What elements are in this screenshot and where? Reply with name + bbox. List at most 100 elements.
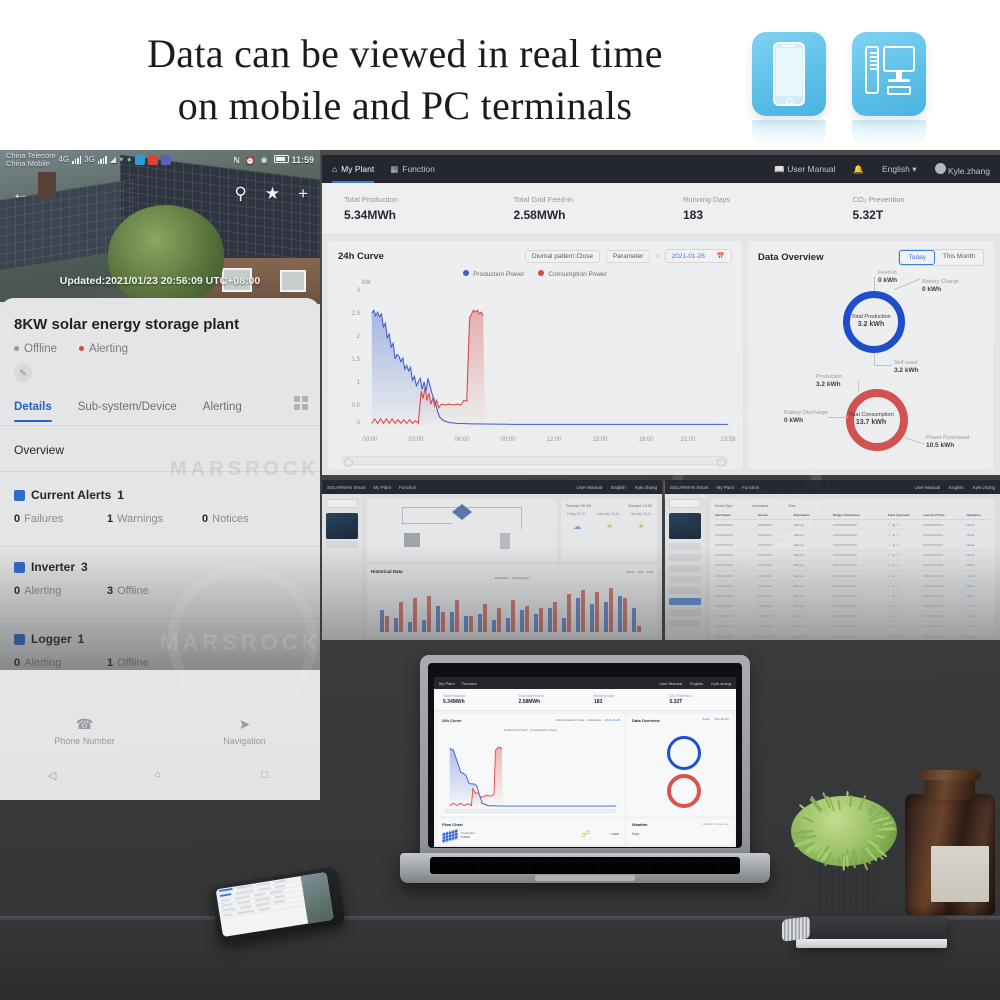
table-row[interactable]: Warning ☐◉⚲ Check bbox=[715, 540, 990, 550]
tab-alerting[interactable]: Alerting bbox=[203, 401, 242, 413]
laptop-kpi-bar: Total Production 5.34MWh Total Grid Feed-… bbox=[434, 689, 736, 711]
hist-range-month[interactable]: Month bbox=[626, 570, 634, 574]
x-tick: 06:00 bbox=[454, 437, 469, 443]
table-row[interactable]: Warning ☐◉⚲ Check bbox=[715, 602, 990, 612]
prev-date-arrow[interactable]: ‹ bbox=[656, 253, 658, 260]
mini-language[interactable]: English bbox=[611, 485, 626, 490]
table-row[interactable]: Warning ☐◉⚲ Check bbox=[715, 561, 990, 571]
mini-tab-my-plant[interactable]: My Plant bbox=[374, 485, 392, 490]
filter-time[interactable]: Time bbox=[788, 504, 795, 508]
table-row[interactable]: Warning ☐◉⚲ Check bbox=[715, 551, 990, 561]
back-triangle-icon[interactable]: ◁ bbox=[48, 769, 59, 780]
nav-alert[interactable] bbox=[669, 598, 701, 605]
mini-user[interactable]: Kyle.zhang bbox=[635, 485, 657, 490]
mini-tab-function[interactable]: Function bbox=[399, 485, 416, 490]
tab-my-plant[interactable]: ⌂ My Plant bbox=[332, 155, 374, 183]
nav-order[interactable] bbox=[669, 620, 701, 627]
action-navigation[interactable]: ➤ Navigation bbox=[223, 716, 266, 746]
laptop-card-data-overview: Data Overview Today This Month bbox=[627, 714, 733, 816]
action-phone-number[interactable]: ☎ Phone Number bbox=[54, 716, 115, 746]
laptop-card-flow-chart: Flow Chart Production 5.0kW ☍ 1.5kW bbox=[437, 819, 624, 845]
nav-layout[interactable] bbox=[669, 565, 701, 572]
diurnal-pattern-button[interactable]: Diurnal pattern:Close bbox=[525, 250, 600, 263]
mini-tab-function[interactable]: Function bbox=[742, 485, 759, 490]
table-row[interactable]: Warning ☐◉⚲ Check bbox=[715, 520, 990, 530]
weather-forecast: Sunrise 06:48 Sunset 17:31 Friday 01-29 … bbox=[561, 499, 657, 561]
laptop-date[interactable]: 2021-01-28 bbox=[605, 718, 620, 722]
laptop-parameter-button[interactable]: Parameter bbox=[588, 718, 602, 722]
hist-range-total[interactable]: Total bbox=[647, 570, 653, 574]
chart-scrollbar[interactable] bbox=[342, 456, 728, 465]
pencil-icon[interactable]: ✎ bbox=[14, 364, 32, 382]
nav-authorization[interactable] bbox=[669, 587, 701, 594]
mini-tab-my-plant[interactable]: My Plant bbox=[717, 485, 735, 490]
laptop-language[interactable]: English bbox=[690, 681, 703, 686]
mini-language[interactable]: English bbox=[949, 485, 964, 490]
create-plant-button[interactable] bbox=[326, 499, 358, 508]
parameter-button[interactable]: Parameter bbox=[606, 250, 650, 263]
table-row[interactable]: Warning ☐◉⚲ Check bbox=[715, 581, 990, 591]
recents-square-icon[interactable]: □ bbox=[261, 769, 272, 780]
hist-range-year[interactable]: Year bbox=[638, 570, 644, 574]
tab-function[interactable]: ▦ Function bbox=[390, 155, 435, 183]
user-manual-button[interactable]: 📖 User Manual bbox=[774, 164, 835, 175]
mini-user-manual[interactable]: User Manual bbox=[576, 485, 602, 490]
laptop-user[interactable]: Kyle.zhang bbox=[711, 681, 731, 686]
x-tick: 12:00 bbox=[546, 437, 561, 443]
table-row[interactable]: Warning ☐◉⚲ Check bbox=[715, 571, 990, 581]
nav-subsystem[interactable] bbox=[669, 609, 701, 616]
filter-importance[interactable]: Importance bbox=[752, 504, 768, 508]
filter-device-type[interactable]: Device Type bbox=[715, 504, 732, 508]
mini-user[interactable]: Kyle.zhang bbox=[973, 485, 995, 490]
app-icon bbox=[161, 155, 171, 165]
inverter-icon bbox=[14, 562, 25, 573]
user-menu[interactable]: Kyle.zhang bbox=[935, 163, 990, 176]
operation-link: Check bbox=[966, 553, 990, 557]
solar-panel-icon bbox=[442, 829, 458, 843]
language-selector[interactable]: English ▾ bbox=[882, 164, 917, 175]
bell-icon[interactable]: 🔔 bbox=[853, 164, 864, 175]
range-this-month[interactable]: This Month bbox=[935, 250, 983, 265]
group-stats: 0 Alerting 3 Offline bbox=[14, 585, 149, 597]
page-title: Data can be viewed in real time on mobil… bbox=[60, 28, 750, 132]
table-row[interactable]: Warning ☐◉⚲ Check bbox=[715, 622, 990, 632]
wifi-icon: ◢ bbox=[110, 156, 116, 164]
grid-view-icon[interactable] bbox=[294, 396, 308, 410]
search-icon[interactable]: ⚲ bbox=[234, 185, 246, 202]
laptop-range-today[interactable]: Today bbox=[702, 717, 710, 721]
laptop-weather-updated[interactable]: updated 5 minutes ago bbox=[703, 823, 729, 826]
nav-overview[interactable] bbox=[669, 554, 701, 561]
glass-jar bbox=[905, 770, 995, 915]
historical-bars bbox=[371, 582, 653, 632]
laptop-user-manual[interactable]: User Manual bbox=[659, 681, 682, 686]
mobile-footer-actions: ☎ Phone Number ➤ Navigation bbox=[0, 716, 320, 746]
range-today[interactable]: Today bbox=[899, 250, 934, 265]
back-button[interactable]: ← bbox=[12, 185, 29, 202]
laptop-trackpad[interactable] bbox=[535, 875, 635, 881]
dashboard-body: 24h Curve Diurnal pattern:Close Paramete… bbox=[322, 235, 1000, 475]
date-picker[interactable]: 2021-01-28 📅 bbox=[665, 249, 732, 263]
mini-user-manual[interactable]: User Manual bbox=[914, 485, 940, 490]
laptop-chart-scrollbar[interactable] bbox=[445, 809, 616, 813]
nav-add-logger[interactable] bbox=[669, 543, 701, 550]
nav-device[interactable] bbox=[669, 576, 701, 583]
flow-production-label: Production 5.0kW bbox=[461, 831, 475, 839]
tab-details[interactable]: Details bbox=[14, 401, 52, 413]
star-icon[interactable]: ★ bbox=[265, 185, 280, 202]
table-row[interactable]: Warning ☐◉⚲ Check bbox=[715, 591, 990, 601]
laptop-diurnal-button[interactable]: Diurnal pattern:Close bbox=[556, 718, 584, 722]
kpi-running-days: Running Days 183 bbox=[661, 195, 831, 222]
tab-subsystem-device[interactable]: Sub-system/Device bbox=[78, 401, 177, 413]
brand-label: SOLARMAN Smart bbox=[670, 485, 709, 490]
laptop-tab-my-plant[interactable]: My Plant bbox=[439, 681, 455, 686]
plus-icon[interactable]: + bbox=[298, 185, 308, 202]
laptop-tab-function[interactable]: Function bbox=[462, 681, 477, 686]
group-stats: 0 Failures 1 Warnings 0 Notices bbox=[14, 513, 249, 525]
table-row[interactable]: Warning ☐◉⚲ Check bbox=[715, 632, 990, 640]
stat-alerting: 0 Alerting bbox=[14, 657, 107, 669]
create-plant-button[interactable] bbox=[669, 499, 701, 508]
laptop-range-month[interactable]: This Month bbox=[714, 717, 729, 721]
table-row[interactable]: Warning ☐◉⚲ Check bbox=[715, 530, 990, 540]
home-circle-icon[interactable]: ○ bbox=[154, 769, 165, 780]
table-row[interactable]: Warning ☐◉⚲ Check bbox=[715, 612, 990, 622]
